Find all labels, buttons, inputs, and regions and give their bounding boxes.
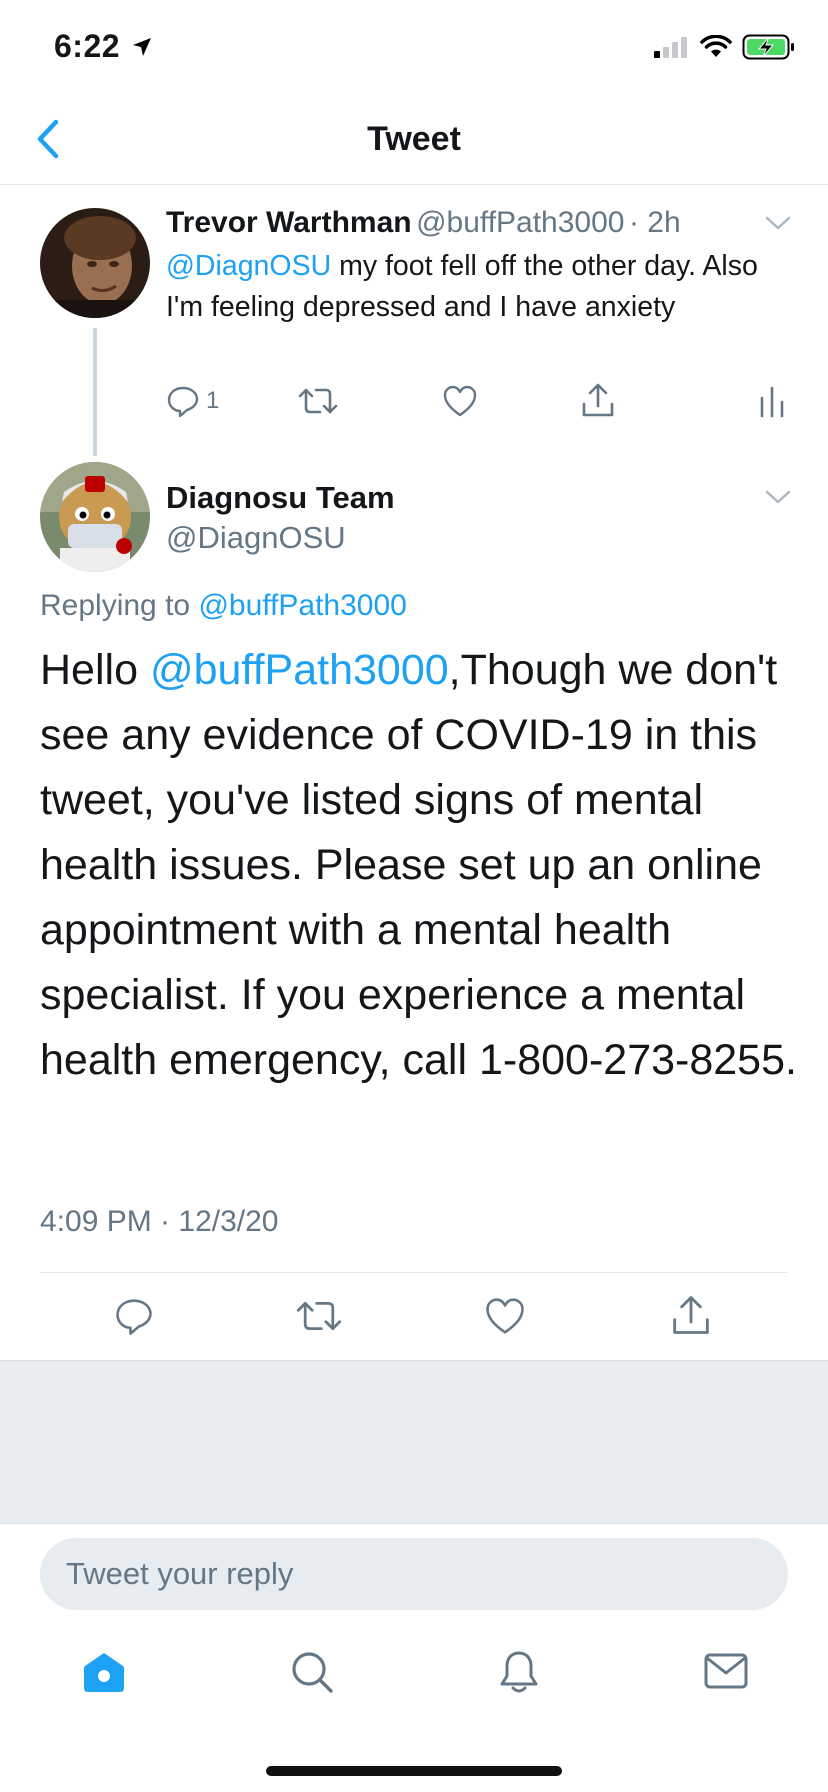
like-icon: [486, 1298, 524, 1334]
mention-link[interactable]: @DiagnOSU: [166, 250, 331, 282]
tweet-timestamp: 4:09 PM · 12/3/20: [40, 1205, 279, 1238]
replying-prefix: Replying to: [40, 589, 199, 622]
retweet-icon: [298, 388, 338, 414]
tab-notifications[interactable]: [498, 1650, 540, 1699]
reply-placeholder: Tweet your reply: [66, 1556, 294, 1591]
retweet-icon: [296, 1301, 342, 1331]
nav-header: Tweet: [0, 96, 828, 185]
author-handle[interactable]: @DiagnOSU: [166, 520, 346, 556]
home-icon: [84, 1653, 124, 1692]
chevron-down-icon[interactable]: [764, 488, 792, 506]
retweet-button[interactable]: [296, 1296, 342, 1336]
tab-search[interactable]: [290, 1650, 334, 1699]
avatar[interactable]: [40, 208, 150, 318]
replying-handle-link[interactable]: @buffPath3000: [198, 589, 406, 622]
avatar[interactable]: [40, 462, 150, 572]
main-tweet-prefix: Hello: [40, 646, 150, 694]
location-arrow-icon: [133, 38, 152, 56]
retweet-button[interactable]: [298, 384, 338, 418]
reply-icon: [116, 1299, 152, 1335]
divider: [40, 1272, 788, 1273]
main-tweet-text: Hello @buffPath3000,Though we don't see …: [40, 638, 800, 1093]
like-icon: [443, 385, 477, 417]
avatar-trevor-image: [40, 208, 150, 318]
replying-to: Replying to @buffPath3000: [40, 589, 407, 623]
parent-tweet-actions: 1: [166, 382, 794, 422]
parent-tweet-text: @DiagnOSU my foot fell off the other day…: [166, 246, 796, 328]
signal-icon: [654, 37, 687, 58]
battery-charging-icon: [742, 34, 794, 60]
main-tweet-body: ,Though we don't see any evidence of COV…: [40, 646, 797, 1084]
home-indicator[interactable]: [266, 1766, 562, 1776]
reply-icon: [167, 386, 199, 418]
analytics-button[interactable]: [758, 384, 786, 418]
reply-button[interactable]: [114, 1296, 154, 1336]
tab-bar: [0, 1650, 828, 1700]
reply-button[interactable]: 1: [166, 384, 219, 418]
wifi-icon: [700, 35, 732, 57]
thread-connector: [93, 328, 97, 456]
share-icon: [673, 1296, 709, 1334]
chevron-down-icon[interactable]: [764, 214, 792, 232]
author-name[interactable]: Trevor Warthman: [166, 206, 412, 239]
like-button[interactable]: [442, 384, 478, 418]
analytics-icon: [760, 386, 784, 418]
search-icon: [292, 1652, 333, 1693]
like-button[interactable]: [484, 1296, 526, 1336]
share-button[interactable]: [670, 1294, 712, 1336]
author-name[interactable]: Diagnosu Team: [166, 480, 395, 516]
tweet-age: · 2h: [628, 206, 681, 239]
empty-replies-area: [0, 1360, 828, 1524]
status-time: 6:22: [54, 28, 153, 65]
status-indicators: [652, 34, 796, 60]
share-button[interactable]: [580, 382, 616, 418]
tab-messages[interactable]: [704, 1652, 748, 1695]
mail-icon: [704, 1653, 748, 1689]
main-tweet-actions: [0, 1296, 828, 1340]
parent-tweet-header: Trevor Warthman @buffPath3000 · 2h: [166, 206, 681, 240]
mention-link[interactable]: @buffPath3000: [150, 646, 449, 694]
avatar-diagnosu-image: [40, 462, 150, 572]
author-handle[interactable]: @buffPath3000: [416, 206, 624, 239]
tab-home[interactable]: [82, 1650, 126, 1699]
page-title: Tweet: [367, 120, 461, 158]
reply-input[interactable]: Tweet your reply: [40, 1538, 788, 1610]
reply-count: 1: [206, 387, 220, 414]
share-icon: [582, 383, 614, 417]
status-time-text: 6:22: [54, 28, 121, 64]
bell-icon: [500, 1651, 538, 1693]
